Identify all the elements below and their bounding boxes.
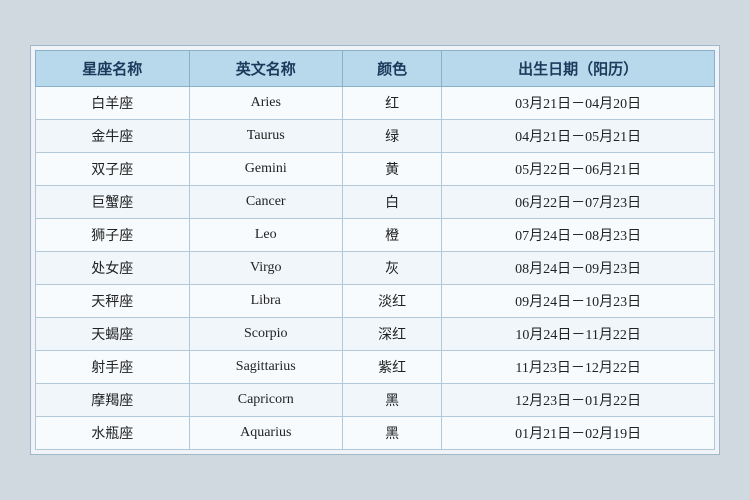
cell-r4-c3: 07月24日－08月23日: [442, 219, 715, 252]
cell-r9-c0: 摩羯座: [36, 384, 190, 417]
cell-r4-c0: 狮子座: [36, 219, 190, 252]
table-row: 处女座Virgo灰08月24日－09月23日: [36, 252, 715, 285]
cell-r0-c0: 白羊座: [36, 87, 190, 120]
table-row: 天蝎座Scorpio深红10月24日－11月22日: [36, 318, 715, 351]
cell-r6-c0: 天秤座: [36, 285, 190, 318]
cell-r10-c3: 01月21日－02月19日: [442, 417, 715, 450]
cell-r10-c1: Aquarius: [189, 417, 343, 450]
cell-r5-c3: 08月24日－09月23日: [442, 252, 715, 285]
cell-r8-c3: 11月23日－12月22日: [442, 351, 715, 384]
cell-r3-c0: 巨蟹座: [36, 186, 190, 219]
cell-r9-c2: 黑: [343, 384, 442, 417]
zodiac-table: 星座名称英文名称颜色出生日期（阳历） 白羊座Aries红03月21日－04月20…: [35, 50, 715, 450]
cell-r3-c2: 白: [343, 186, 442, 219]
cell-r5-c2: 灰: [343, 252, 442, 285]
cell-r1-c1: Taurus: [189, 120, 343, 153]
cell-r2-c3: 05月22日－06月21日: [442, 153, 715, 186]
cell-r9-c1: Capricorn: [189, 384, 343, 417]
cell-r7-c3: 10月24日－11月22日: [442, 318, 715, 351]
cell-r8-c1: Sagittarius: [189, 351, 343, 384]
table-row: 水瓶座Aquarius黑01月21日－02月19日: [36, 417, 715, 450]
table-row: 射手座Sagittarius紫红11月23日－12月22日: [36, 351, 715, 384]
table-header-row: 星座名称英文名称颜色出生日期（阳历）: [36, 51, 715, 87]
table-row: 金牛座Taurus绿04月21日－05月21日: [36, 120, 715, 153]
table-row: 狮子座Leo橙07月24日－08月23日: [36, 219, 715, 252]
table-row: 天秤座Libra淡红09月24日－10月23日: [36, 285, 715, 318]
cell-r1-c0: 金牛座: [36, 120, 190, 153]
cell-r1-c2: 绿: [343, 120, 442, 153]
cell-r0-c3: 03月21日－04月20日: [442, 87, 715, 120]
table-body: 白羊座Aries红03月21日－04月20日金牛座Taurus绿04月21日－0…: [36, 87, 715, 450]
cell-r2-c1: Gemini: [189, 153, 343, 186]
cell-r3-c3: 06月22日－07月23日: [442, 186, 715, 219]
cell-r10-c0: 水瓶座: [36, 417, 190, 450]
cell-r5-c0: 处女座: [36, 252, 190, 285]
header-col-2: 颜色: [343, 51, 442, 87]
cell-r4-c1: Leo: [189, 219, 343, 252]
cell-r2-c2: 黄: [343, 153, 442, 186]
cell-r3-c1: Cancer: [189, 186, 343, 219]
cell-r7-c1: Scorpio: [189, 318, 343, 351]
cell-r9-c3: 12月23日－01月22日: [442, 384, 715, 417]
cell-r8-c0: 射手座: [36, 351, 190, 384]
cell-r2-c0: 双子座: [36, 153, 190, 186]
cell-r1-c3: 04月21日－05月21日: [442, 120, 715, 153]
table-row: 双子座Gemini黄05月22日－06月21日: [36, 153, 715, 186]
zodiac-table-wrapper: 星座名称英文名称颜色出生日期（阳历） 白羊座Aries红03月21日－04月20…: [30, 45, 720, 455]
cell-r7-c2: 深红: [343, 318, 442, 351]
cell-r4-c2: 橙: [343, 219, 442, 252]
cell-r7-c0: 天蝎座: [36, 318, 190, 351]
cell-r10-c2: 黑: [343, 417, 442, 450]
table-row: 白羊座Aries红03月21日－04月20日: [36, 87, 715, 120]
header-col-0: 星座名称: [36, 51, 190, 87]
cell-r0-c2: 红: [343, 87, 442, 120]
cell-r6-c1: Libra: [189, 285, 343, 318]
table-row: 巨蟹座Cancer白06月22日－07月23日: [36, 186, 715, 219]
header-col-1: 英文名称: [189, 51, 343, 87]
header-col-3: 出生日期（阳历）: [442, 51, 715, 87]
cell-r0-c1: Aries: [189, 87, 343, 120]
cell-r5-c1: Virgo: [189, 252, 343, 285]
cell-r8-c2: 紫红: [343, 351, 442, 384]
table-row: 摩羯座Capricorn黑12月23日－01月22日: [36, 384, 715, 417]
cell-r6-c2: 淡红: [343, 285, 442, 318]
cell-r6-c3: 09月24日－10月23日: [442, 285, 715, 318]
